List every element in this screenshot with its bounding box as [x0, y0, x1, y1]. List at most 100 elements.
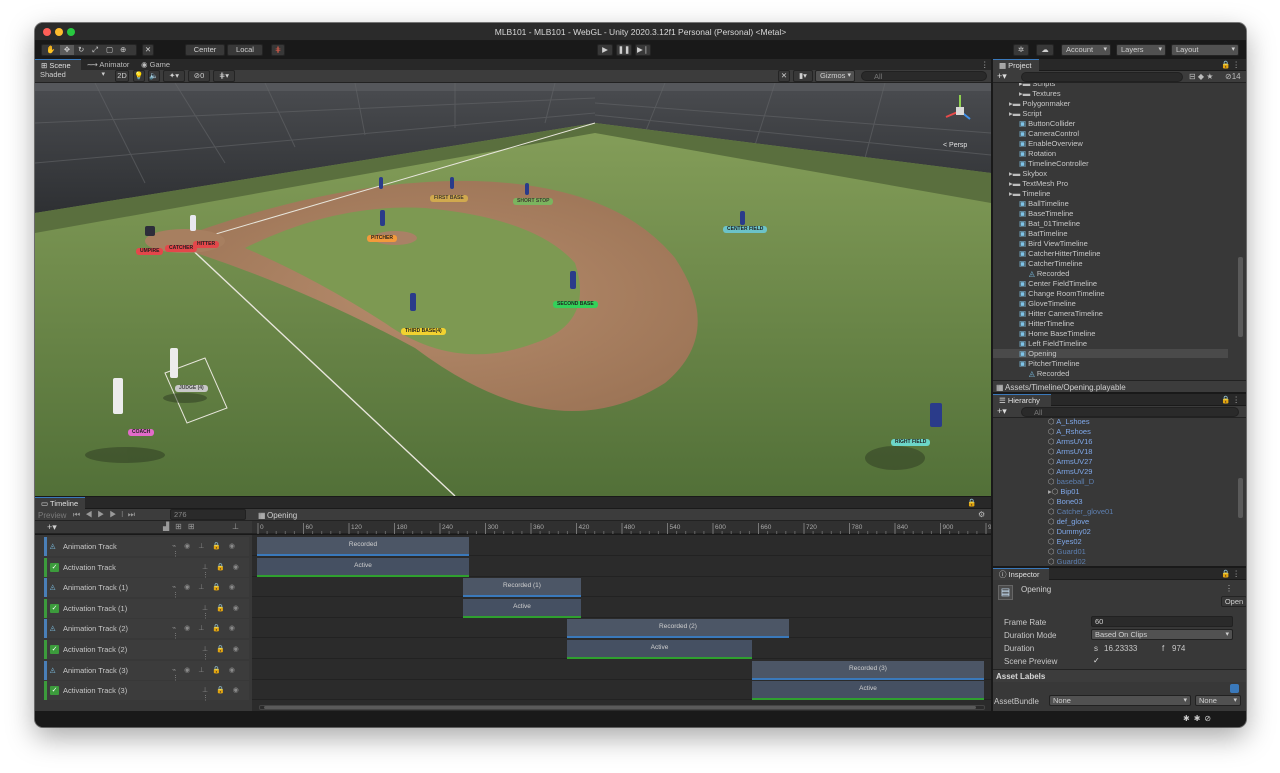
project-item[interactable]: ▸▬ Textures — [1019, 89, 1246, 98]
rotate-tool-icon[interactable]: ↻ — [78, 45, 84, 55]
hierarchy-item[interactable]: ⬡ Guard02 — [1048, 557, 1086, 566]
scene-label-judge[interactable]: JUDGE (4) — [175, 385, 208, 392]
project-item[interactable]: ▣ Opening — [993, 349, 1228, 358]
move-tool-icon[interactable]: ✥ — [60, 45, 74, 55]
project-item[interactable]: ▸▬ Scripts — [1019, 83, 1246, 88]
track-controls[interactable]: ⌁ ◉ ⊥ 🔒 ◉ ⋮ — [172, 624, 249, 640]
project-item[interactable]: ▣ BaseTimeline — [1019, 209, 1246, 218]
rect-tool-icon[interactable]: ▢ — [106, 45, 113, 55]
project-item[interactable]: ▣ BallTimeline — [1019, 199, 1246, 208]
project-item[interactable]: ▣ EnableOverview — [1019, 139, 1246, 148]
timeline-track[interactable]: ✓ Activation Track (1) ⊥ 🔒 ◉ ⋮ — [44, 598, 249, 620]
frame-field[interactable]: 276 — [170, 509, 246, 520]
effects-icon[interactable]: ✦▾ — [163, 70, 185, 82]
track-active-checkbox[interactable]: ✓ — [50, 603, 59, 613]
scene-label-umpire[interactable]: UMPIRE — [136, 248, 164, 255]
project-scrollbar[interactable] — [1238, 257, 1243, 337]
label-tag-icon[interactable] — [1230, 684, 1239, 693]
project-item[interactable]: ▣ GloveTimeline — [1019, 299, 1246, 308]
timeline-track[interactable]: ✓ Activation Track ⊥ 🔒 ◉ ⋮ — [44, 557, 249, 579]
project-item[interactable]: ▸▬ Script — [1009, 109, 1244, 118]
project-item[interactable]: ▣ Bat_01Timeline — [1019, 219, 1246, 228]
hierarchy-item[interactable]: ⬡ ArmsUV27 — [1048, 457, 1092, 466]
custom-tool-icon[interactable]: ✕ — [142, 44, 154, 56]
gizmos-dropdown[interactable]: Gizmos — [815, 70, 855, 82]
pin-icon[interactable]: ⊥ — [232, 522, 239, 531]
layout-dropdown[interactable]: Layout — [1171, 44, 1239, 56]
project-item[interactable]: ▣ BatTimeline — [1019, 229, 1246, 238]
project-item[interactable]: ▣ ButtonCollider — [1019, 119, 1246, 128]
scene-label-pitcher[interactable]: PITCHER — [367, 235, 397, 242]
project-item[interactable]: ▣ CameraControl — [1019, 129, 1246, 138]
timeline-track[interactable]: ✓ Activation Track (2) ⊥ 🔒 ◉ ⋮ — [44, 640, 249, 661]
track-active-checkbox[interactable]: ✓ — [50, 562, 59, 572]
project-item[interactable]: ▸▬ TextMesh Pro — [1009, 179, 1244, 188]
filter-icons[interactable]: ⊟ ◆ ★ — [1189, 72, 1213, 81]
activation-clip[interactable]: Active — [752, 681, 984, 701]
play-button[interactable]: ▶ — [597, 44, 613, 56]
project-item[interactable]: ▣ PitcherTimeline — [1019, 359, 1246, 368]
frame-rate-field[interactable]: 60 — [1091, 616, 1233, 627]
project-item[interactable]: ▣ TimelineController — [1019, 159, 1246, 168]
project-item[interactable]: ▸▬ Polygonmaker — [1009, 99, 1244, 108]
hierarchy-item[interactable]: ⬡ ArmsUV18 — [1048, 447, 1092, 456]
activation-clip[interactable]: Active — [567, 640, 752, 659]
hierarchy-lock-icon[interactable]: 🔒 ⋮ — [1215, 394, 1246, 406]
scene-search-input[interactable]: All — [861, 71, 987, 81]
hierarchy-item[interactable]: ⬡ ArmsUV29 — [1048, 467, 1092, 476]
animation-clip[interactable]: Recorded (2) — [567, 619, 789, 639]
track-controls[interactable]: ⊥ 🔒 ◉ ⋮ — [202, 604, 249, 620]
scene-view[interactable]: UMPIRE CATCHER HITTER PITCHER FIRST BASE… — [35, 83, 991, 496]
transform-tool-icon[interactable]: ⊕ — [120, 45, 126, 55]
duration-mode-dropdown[interactable]: Based On Clips — [1091, 629, 1233, 640]
project-item[interactable]: ▣ CatcherTimeline — [1019, 259, 1246, 268]
scale-tool-icon[interactable]: ⤢ — [92, 45, 98, 55]
hierarchy-item[interactable]: ⬡ baseball_D — [1048, 477, 1094, 486]
grid-icon[interactable]: ⋕▾ — [213, 70, 235, 82]
tools-icon[interactable]: ✕ — [778, 70, 790, 82]
grid-snap-icon[interactable]: ⋕ — [271, 44, 285, 56]
project-item[interactable]: ▣ Change RoomTimeline — [1019, 289, 1246, 298]
timeline-track[interactable]: ◬ Animation Track (3) ⌁ ◉ ⊥ 🔒 ◉ ⋮ — [44, 660, 249, 682]
activation-clip[interactable]: Active — [463, 598, 581, 618]
hierarchy-scrollbar[interactable] — [1238, 478, 1243, 518]
track-options[interactable]: ▟⊞⊞ — [163, 522, 201, 531]
scrollbar-thumb[interactable] — [264, 706, 976, 709]
tab-timeline[interactable]: ▭ Timeline — [35, 497, 85, 509]
asset-variant-dropdown[interactable]: None — [1195, 695, 1241, 706]
project-item[interactable]: ▣ Rotation — [1019, 149, 1246, 158]
pause-button[interactable]: ❚❚ — [616, 44, 632, 56]
asset-labels-header[interactable]: Asset Labels — [993, 669, 1246, 682]
hierarchy-item[interactable]: ⬡ A_Lshoes — [1048, 418, 1090, 426]
cloud-icon[interactable]: ☁ — [1036, 44, 1054, 56]
shading-mode-dropdown[interactable]: Shaded — [36, 70, 108, 82]
layers-dropdown[interactable]: Layers — [1116, 44, 1166, 56]
track-controls[interactable]: ⊥ 🔒 ◉ ⋮ — [202, 645, 249, 661]
hierarchy-item[interactable]: ⬡ ArmsUV16 — [1048, 437, 1092, 446]
time-ruler[interactable]: 0 60 120 180 240 300 360 420 480 540 600 660 720 780 8… — [252, 521, 991, 534]
track-active-checkbox[interactable]: ✓ — [50, 645, 59, 654]
project-item[interactable]: ▣ Center FieldTimeline — [1019, 279, 1246, 288]
track-active-checkbox[interactable]: ✓ — [50, 686, 59, 696]
project-item[interactable]: ▸▬ Timeline — [1009, 189, 1244, 198]
scene-label-third-base[interactable]: THIRD BASE(4) — [401, 328, 446, 335]
hierarchy-item[interactable]: ⬡ Bone03 — [1048, 497, 1083, 506]
hidden-objects-icon[interactable]: ⊘0 — [188, 70, 210, 82]
hierarchy-item[interactable]: ⬡ A_Rshoes — [1048, 427, 1091, 436]
project-item[interactable]: ◬ Recorded — [1029, 369, 1246, 378]
step-button[interactable]: ▶❘ — [635, 44, 651, 56]
track-controls[interactable]: ⌁ ◉ ⊥ 🔒 ◉ ⋮ — [172, 666, 249, 682]
open-button[interactable]: Open — [1221, 596, 1246, 607]
animation-clip[interactable]: Recorded (1) — [463, 578, 581, 598]
lighting-icon[interactable]: 💡 — [133, 70, 145, 82]
hierarchy-item[interactable]: ⬡ Dummy02 — [1048, 527, 1091, 536]
pivot-center-button[interactable]: Center — [185, 44, 225, 56]
scene-label-right-field[interactable]: RIGHT FIELD — [891, 439, 931, 446]
status-icons[interactable]: ✱✱⊘ — [1183, 714, 1215, 723]
timeline-track[interactable]: ◬ Animation Track (1) ⌁ ◉ ⊥ 🔒 ◉ ⋮ — [44, 578, 249, 599]
collab-icon[interactable]: ✲ — [1013, 44, 1029, 56]
scene-label-short-stop[interactable]: SHORT STOP — [513, 198, 554, 205]
timeline-scrollbar[interactable] — [259, 705, 985, 710]
timeline-lock-icon[interactable]: 🔒 ⋮ — [961, 497, 991, 519]
hand-tool-icon[interactable]: ✋ — [46, 45, 55, 55]
